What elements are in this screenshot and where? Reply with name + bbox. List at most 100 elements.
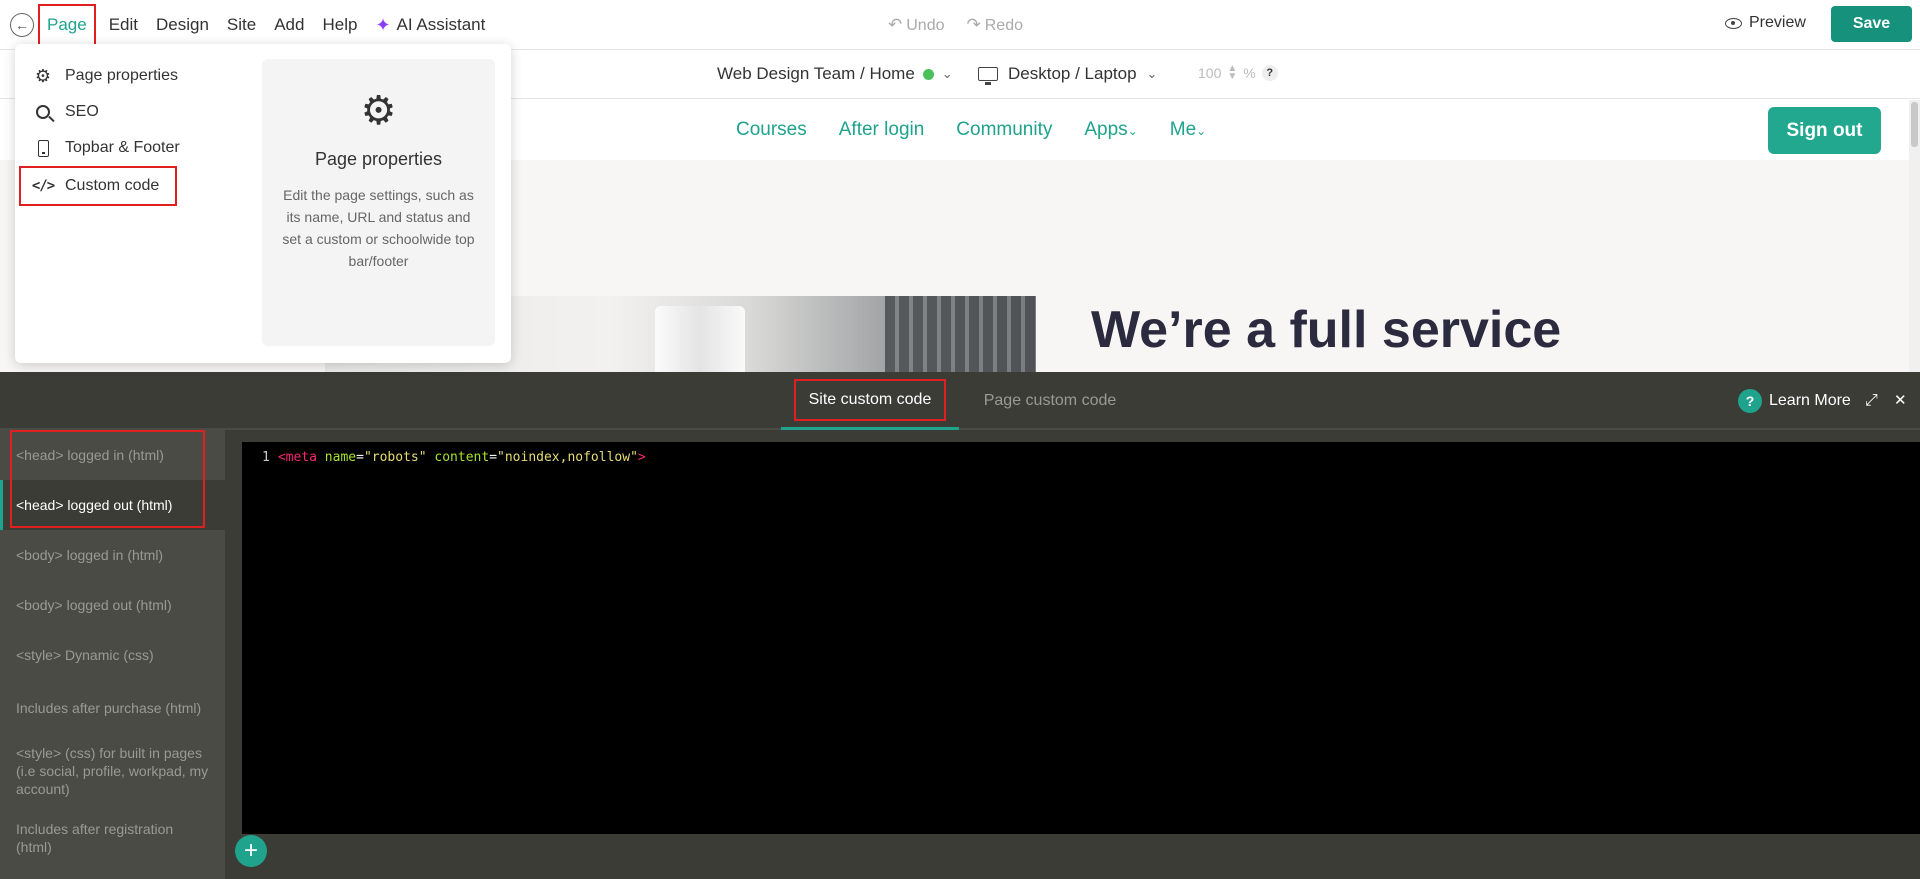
learn-more-link[interactable]: ? Learn More (1738, 389, 1851, 413)
sidebar-item-includes-after-purchase[interactable]: Includes after purchase (html) (0, 680, 225, 736)
gear-icon: ⚙ (34, 65, 52, 86)
code-line: 1 <meta name="robots" content="noindex,no… (262, 450, 646, 465)
sign-out-button[interactable]: Sign out (1768, 107, 1881, 154)
chevron-down-icon: ⌄ (941, 66, 953, 81)
zoom-control: 100 ▲ ▼ % ? (1198, 64, 1278, 82)
search-icon-glyph (36, 105, 50, 119)
line-number: 1 (262, 450, 270, 465)
sidebar-item-includes-after-registration[interactable]: Includes after registration (html) (0, 806, 225, 870)
eye-icon (1725, 17, 1742, 29)
page-menu-topbar-footer[interactable]: Topbar & Footer (19, 130, 259, 166)
redo-icon: ↷ (966, 15, 981, 34)
learn-more-label: Learn More (1769, 392, 1851, 409)
nav-courses[interactable]: Courses (736, 119, 807, 141)
zoom-input[interactable]: 100 (1198, 65, 1221, 81)
menu-edit[interactable]: Edit (100, 4, 147, 46)
sidebar-item-head-logged-in[interactable]: <head> logged in (html) (0, 430, 225, 480)
page-menu-list: ⚙ Page properties SEO Topbar & Footer </… (19, 58, 259, 206)
page-menu-custom-code[interactable]: </> Custom code (19, 166, 177, 206)
site-page-selector[interactable]: Web Design Team / Home ⌄ (717, 64, 953, 84)
page-menu-page-properties[interactable]: ⚙ Page properties (19, 58, 259, 94)
close-icon[interactable]: ✕ (1894, 391, 1907, 409)
code-token-eq: = (356, 450, 364, 465)
custom-code-editor: Site custom code Page custom code ? Lear… (0, 372, 1920, 879)
info-card-description: Edit the page settings, such as its name… (282, 187, 475, 269)
ai-assistant-label: AI Assistant (396, 15, 486, 34)
hero-title: We’re a full service (1091, 301, 1562, 359)
page-menu-item-label: SEO (65, 103, 99, 120)
search-icon (33, 105, 53, 119)
code-token-string: "robots" (363, 450, 427, 465)
published-status-dot (922, 68, 934, 80)
nav-community[interactable]: Community (956, 119, 1052, 141)
sparkle-icon: ✦ (375, 15, 391, 35)
site-path: Web Design Team / Home (717, 64, 915, 83)
tab-page-custom-code[interactable]: Page custom code (966, 372, 1134, 430)
gear-icon: ⚙ (360, 89, 397, 133)
menu-page[interactable]: Page (38, 4, 96, 46)
code-token-attr: name (324, 450, 357, 465)
menu-site[interactable]: Site (218, 4, 265, 46)
sidebar-item-style-dynamic[interactable]: <style> Dynamic (css) (0, 630, 225, 680)
code-icon: </> (31, 178, 55, 194)
save-button[interactable]: Save (1831, 6, 1912, 42)
nav-apps[interactable]: Apps⌄ (1084, 119, 1137, 141)
monitor-icon (978, 67, 998, 85)
page-menu-dropdown: ⚙ Page properties SEO Topbar & Footer </… (15, 44, 511, 363)
hero-image-curtain (655, 306, 745, 372)
main-menu: Page Edit Design Site Add Help ✦ AI Assi… (38, 0, 494, 50)
nav-me[interactable]: Me⌄ (1170, 119, 1206, 141)
code-section-sidebar: <head> logged in (html) <head> logged ou… (0, 430, 225, 879)
undo-button[interactable]: ↶ Undo (888, 15, 945, 35)
zoom-unit: % (1243, 65, 1256, 81)
site-nav: Courses After login Community Apps⌄ Me⌄ (736, 100, 1206, 160)
preview-button[interactable]: Preview (1725, 14, 1806, 32)
menu-design[interactable]: Design (147, 4, 218, 46)
page-menu-item-label: Topbar & Footer (65, 139, 180, 156)
hero-image-window (885, 296, 1036, 372)
chevron-down-icon: ⌄ (1196, 124, 1207, 138)
tab-site-custom-code[interactable]: Site custom code (781, 372, 959, 430)
info-card-title: Page properties (314, 149, 443, 169)
menu-ai-assistant[interactable]: ✦ AI Assistant (366, 4, 494, 46)
chevron-down-icon: ⌄ (1146, 66, 1158, 81)
sidebar-item-body-logged-out[interactable]: <body> logged out (html) (0, 580, 225, 630)
code-token-string: "noindex,nofollow" (497, 450, 638, 465)
nav-apps-label: Apps (1084, 119, 1128, 140)
device-selector[interactable]: Desktop / Laptop ⌄ (978, 64, 1158, 85)
code-token-attr: content (434, 450, 490, 465)
page-menu-item-label: Custom code (65, 177, 160, 194)
menu-add[interactable]: Add (265, 4, 313, 46)
sidebar-item-style-built-in-pages[interactable]: <style> (css) for built in pages (i.e so… (0, 736, 225, 806)
redo-label: Redo (984, 17, 1023, 34)
editor-tabs: Site custom code Page custom code ? Lear… (0, 372, 1920, 430)
code-token-tag: <meta (277, 450, 317, 465)
undo-icon: ↶ (888, 15, 903, 34)
code-token-eq: = (489, 450, 498, 465)
nav-me-label: Me (1169, 119, 1197, 140)
preview-label: Preview (1749, 14, 1806, 31)
back-arrow-icon[interactable]: ← (10, 13, 34, 37)
zoom-help-icon[interactable]: ? (1261, 65, 1278, 81)
phone-icon-glyph (37, 139, 49, 157)
tab-label: Site custom code (793, 378, 947, 421)
menu-help[interactable]: Help (313, 4, 366, 46)
sidebar-item-body-logged-in[interactable]: <body> logged in (html) (0, 530, 225, 580)
device-label: Desktop / Laptop (1008, 64, 1137, 83)
expand-icon[interactable]: ⤢ (1865, 392, 1878, 410)
code-editor-area[interactable]: 1 <meta name="robots" content="noindex,no… (242, 442, 1920, 834)
help-icon: ? (1738, 389, 1762, 413)
page-menu-item-label: Page properties (65, 67, 178, 84)
canvas-scrollbar[interactable] (1909, 100, 1920, 372)
chevron-down-icon: ⌄ (1127, 124, 1138, 138)
code-token-tag: > (637, 450, 646, 465)
add-section-button[interactable]: + (235, 835, 267, 867)
phone-icon (33, 139, 53, 157)
page-menu-info-card: ⚙ Page properties Edit the page settings… (262, 59, 495, 346)
zoom-stepper-icon[interactable]: ▲ ▼ (1227, 64, 1237, 82)
nav-after-login[interactable]: After login (839, 119, 925, 141)
sidebar-item-head-logged-out[interactable]: <head> logged out (html) (0, 480, 225, 530)
redo-button[interactable]: ↷ Redo (967, 15, 1024, 35)
top-menubar: ← Page Edit Design Site Add Help ✦ AI As… (0, 0, 1920, 50)
page-menu-seo[interactable]: SEO (19, 94, 259, 130)
